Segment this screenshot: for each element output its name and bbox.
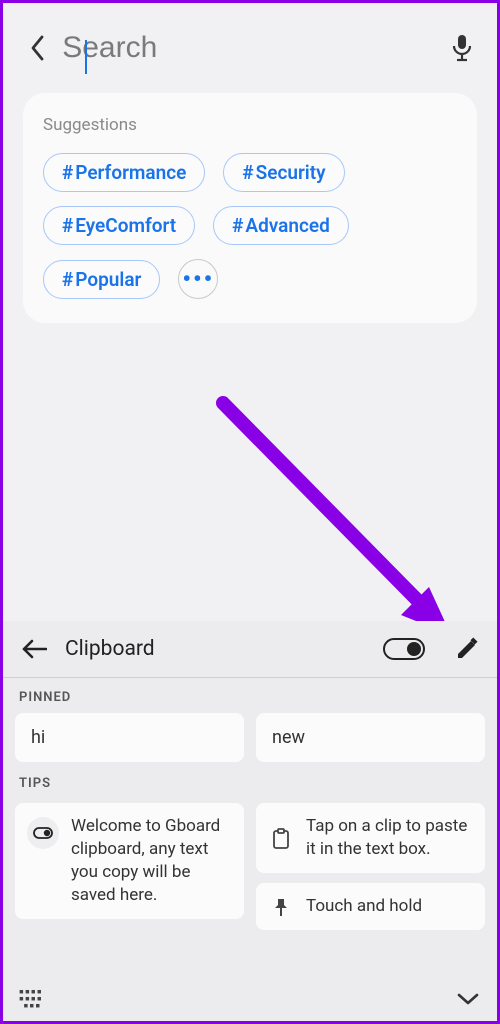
more-suggestions-button[interactable]: ••• — [178, 259, 218, 299]
tip-card[interactable]: Touch and hold — [256, 883, 485, 930]
tips-row: Welcome to Gboard clipboard, any text yo… — [15, 803, 485, 930]
clipboard-title: Clipboard — [65, 637, 383, 661]
toggle-icon — [27, 817, 59, 849]
collapse-keyboard-icon[interactable] — [455, 986, 481, 1012]
gboard-clipboard-panel: Clipboard PINNED hi new TIPS Welcome to … — [3, 621, 497, 1021]
pinned-section-label: PINNED — [15, 686, 485, 713]
pinned-clip[interactable]: new — [256, 713, 485, 762]
tip-text: Tap on a clip to paste it in the text bo… — [306, 815, 473, 861]
suggestion-chip[interactable]: #Security — [223, 153, 344, 192]
clipboard-toggle[interactable] — [383, 638, 425, 660]
pin-icon — [268, 897, 294, 918]
text-cursor — [85, 40, 87, 74]
clipboard-toolbar: Clipboard — [3, 621, 497, 677]
suggestion-chip[interactable]: #Performance — [43, 153, 205, 192]
settings-search-screen: Suggestions #Performance #Security #EyeC… — [3, 3, 497, 621]
keyboard-back-icon[interactable] — [19, 634, 49, 664]
tips-section-label: TIPS — [15, 772, 485, 799]
suggestions-title: Suggestions — [43, 115, 457, 135]
search-bar — [3, 3, 497, 77]
pinned-clip[interactable]: hi — [15, 713, 244, 762]
suggestion-chip[interactable]: #Advanced — [213, 206, 349, 245]
suggestion-chip[interactable]: #EyeComfort — [43, 206, 195, 245]
pinned-row: hi new — [15, 713, 485, 762]
back-icon[interactable] — [25, 32, 50, 64]
keyboard-grid-icon[interactable]: ▪▪▪▪▪▪▪▪ ▪▪▪ — [19, 989, 43, 1010]
search-input[interactable] — [62, 31, 448, 65]
tip-text: Touch and hold — [306, 895, 422, 918]
mic-icon[interactable] — [448, 31, 475, 65]
tip-card[interactable]: Welcome to Gboard clipboard, any text yo… — [15, 803, 244, 919]
clipboard-icon — [268, 817, 294, 861]
chip-label: Performance — [75, 161, 186, 184]
chip-label: Advanced — [245, 214, 329, 237]
suggestions-card: Suggestions #Performance #Security #EyeC… — [23, 93, 477, 323]
chip-label: Popular — [75, 268, 141, 291]
suggestion-chip[interactable]: #Popular — [43, 260, 160, 299]
edit-icon[interactable] — [453, 635, 481, 663]
tip-card[interactable]: Tap on a clip to paste it in the text bo… — [256, 803, 485, 873]
clipboard-content: PINNED hi new TIPS Welcome to Gboard cli… — [3, 678, 497, 981]
chip-label: EyeComfort — [75, 214, 176, 237]
chip-label: Security — [256, 161, 326, 184]
keyboard-bottom-bar: ▪▪▪▪▪▪▪▪ ▪▪▪ — [3, 981, 497, 1021]
suggestion-chip-row: #Performance #Security #EyeComfort #Adva… — [43, 153, 457, 299]
tip-text: Welcome to Gboard clipboard, any text yo… — [71, 815, 232, 907]
